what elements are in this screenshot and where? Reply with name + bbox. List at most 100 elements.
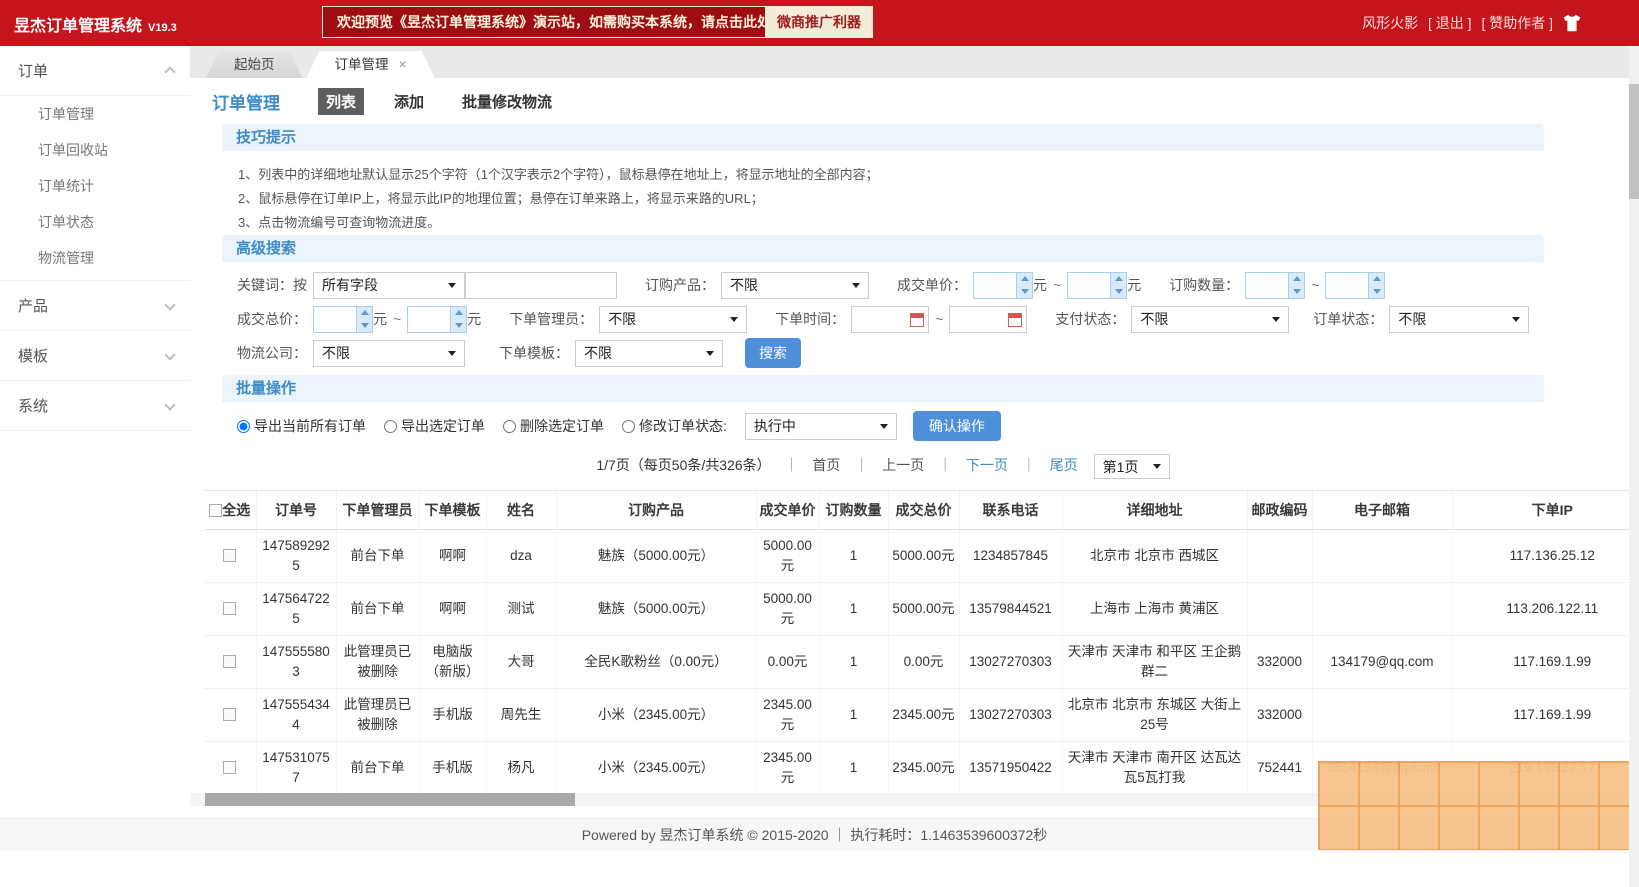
pay-status-label: 支付状态：	[1055, 309, 1125, 329]
product-select[interactable]: 不限	[721, 272, 869, 299]
cell-template: 手机版	[419, 742, 486, 794]
tab-label: 订单管理	[335, 57, 389, 72]
page-nav-列表[interactable]: 列表	[318, 88, 364, 115]
spin-up-icon[interactable]	[1293, 276, 1301, 281]
unit-price-min-spinner[interactable]	[973, 272, 1033, 299]
column-header-订单号: 订单号	[256, 491, 336, 530]
unit-price-max-spinner[interactable]	[1067, 272, 1127, 299]
radio-button[interactable]	[384, 420, 397, 433]
sidebar-item-订单状态[interactable]: 订单状态	[0, 204, 190, 240]
total-max-spinner[interactable]	[407, 306, 467, 333]
confirm-operation-button[interactable]: 确认操作	[913, 411, 1001, 441]
chevron-down-icon	[164, 299, 175, 310]
qty-max-spinner[interactable]	[1325, 272, 1385, 299]
cell-total: 2345.00元	[888, 742, 959, 794]
spin-down-icon[interactable]	[1021, 289, 1029, 294]
sidebar-item-物流管理[interactable]: 物流管理	[0, 240, 190, 276]
row-checkbox[interactable]	[223, 761, 236, 774]
row-checkbox[interactable]	[223, 602, 236, 615]
cell-template: 电脑版（新版）	[419, 636, 486, 689]
sponsor-link[interactable]: [ 赞助作者 ]	[1481, 15, 1553, 31]
time-to-input[interactable]	[949, 306, 1027, 333]
row-checkbox[interactable]	[223, 655, 236, 668]
cell-zip: 332000	[1247, 636, 1312, 689]
qty-min-spinner[interactable]	[1245, 272, 1305, 299]
tab-订单管理[interactable]: 订单管理 ×	[307, 51, 435, 78]
table-row: 1475554344此管理员已被删除手机版周先生小米（2345.00元）2345…	[204, 689, 1629, 742]
shirt-icon[interactable]	[1561, 12, 1583, 34]
page-nav-批量修改物流[interactable]: 批量修改物流	[454, 88, 560, 115]
caret-down-icon	[706, 351, 714, 356]
radio-button[interactable]	[503, 420, 516, 433]
vertical-scrollbar-thumb[interactable]	[1629, 84, 1639, 199]
page-nav-添加[interactable]: 添加	[386, 88, 432, 115]
spin-down-icon[interactable]	[1293, 289, 1301, 294]
calendar-icon[interactable]	[1008, 313, 1022, 327]
first-page-link[interactable]: 首页	[812, 457, 840, 473]
batch-option-4[interactable]: 修改订单状态:	[622, 416, 727, 436]
column-header-订购数量: 订购数量	[819, 491, 888, 530]
spin-up-icon[interactable]	[361, 310, 369, 315]
row-select-cell	[204, 636, 256, 689]
radio-button[interactable]	[237, 420, 250, 433]
spin-up-icon[interactable]	[1373, 276, 1381, 281]
caret-down-icon	[448, 283, 456, 288]
cell-total: 2345.00元	[888, 689, 959, 742]
sidebar-item-订单管理[interactable]: 订单管理	[0, 96, 190, 132]
next-page-link[interactable]: 下一页	[966, 457, 1008, 473]
page-select[interactable]: 第1页	[1094, 454, 1170, 479]
sidebar-group-产品[interactable]: 产品	[0, 281, 190, 331]
search-button[interactable]: 搜索	[745, 338, 801, 368]
spin-up-icon[interactable]	[1115, 276, 1123, 281]
batch-option-label: 导出选定订单	[401, 416, 485, 436]
batch-option-1[interactable]: 导出当前所有订单	[237, 416, 366, 436]
keyword-field-select[interactable]: 所有字段	[313, 272, 465, 299]
cell-email	[1312, 583, 1452, 636]
total-min-spinner[interactable]	[313, 306, 373, 333]
cell-zip: 752441	[1247, 742, 1312, 794]
spin-down-icon[interactable]	[1115, 289, 1123, 294]
order-template-select[interactable]: 不限	[575, 340, 723, 367]
prev-page-link[interactable]: 上一页	[882, 457, 924, 473]
spin-down-icon[interactable]	[1373, 289, 1381, 294]
yuan-label: 元	[467, 309, 481, 329]
last-page-link[interactable]: 尾页	[1050, 457, 1078, 473]
sidebar-item-订单统计[interactable]: 订单统计	[0, 168, 190, 204]
keyword-input[interactable]	[465, 272, 617, 299]
sidebar-group-系统[interactable]: 系统	[0, 381, 190, 431]
tab-close-icon[interactable]: ×	[399, 56, 407, 72]
admin-select[interactable]: 不限	[599, 306, 747, 333]
sidebar-item-订单回收站[interactable]: 订单回收站	[0, 132, 190, 168]
spin-up-icon[interactable]	[455, 310, 463, 315]
row-checkbox[interactable]	[223, 549, 236, 562]
calendar-icon[interactable]	[910, 313, 924, 327]
horizontal-scrollbar-thumb[interactable]	[205, 793, 575, 806]
top-bar: 昱杰订单管理系统V19.3 欢迎预览《昱杰订单管理系统》演示站，如需购买本系统，…	[0, 0, 1639, 46]
vertical-scrollbar[interactable]	[1629, 46, 1639, 887]
order-status-select[interactable]: 不限	[1389, 306, 1529, 333]
radio-button[interactable]	[622, 420, 635, 433]
spin-up-icon[interactable]	[1021, 276, 1029, 281]
cell-ip: 117.169.1.99	[1452, 636, 1629, 689]
logout-link[interactable]: [ 退出 ]	[1428, 15, 1472, 31]
sidebar-group-模板[interactable]: 模板	[0, 331, 190, 381]
promo-button[interactable]: 微商推广利器	[765, 6, 873, 38]
cell-order_no: 1475555803	[256, 636, 336, 689]
column-header-下单管理员: 下单管理员	[336, 491, 419, 530]
batch-option-3[interactable]: 删除选定订单	[503, 416, 604, 436]
pay-status-select[interactable]: 不限	[1131, 306, 1289, 333]
batch-status-select[interactable]: 执行中	[745, 413, 897, 440]
table-body: 1475892925前台下单啊啊dza魅族（5000.00元）5000.00元1…	[204, 530, 1629, 794]
time-from-input[interactable]	[851, 306, 929, 333]
sidebar-group-订单[interactable]: 订单	[0, 46, 190, 96]
select-all-checkbox[interactable]	[209, 504, 222, 517]
batch-option-2[interactable]: 导出选定订单	[384, 416, 485, 436]
logistics-select[interactable]: 不限	[313, 340, 465, 367]
spin-down-icon[interactable]	[361, 323, 369, 328]
orders-table: 全选订单号下单管理员下单模板姓名订购产品成交单价订购数量成交总价联系电话详细地址…	[204, 490, 1629, 793]
tab-起始页[interactable]: 起始页	[206, 51, 303, 78]
spin-down-icon[interactable]	[455, 323, 463, 328]
row-checkbox[interactable]	[223, 708, 236, 721]
demo-banner-link[interactable]: 欢迎预览《昱杰订单管理系统》演示站，如需购买本系统，请点击此处	[322, 6, 786, 38]
cell-unit_price: 5000.00元	[756, 583, 819, 636]
